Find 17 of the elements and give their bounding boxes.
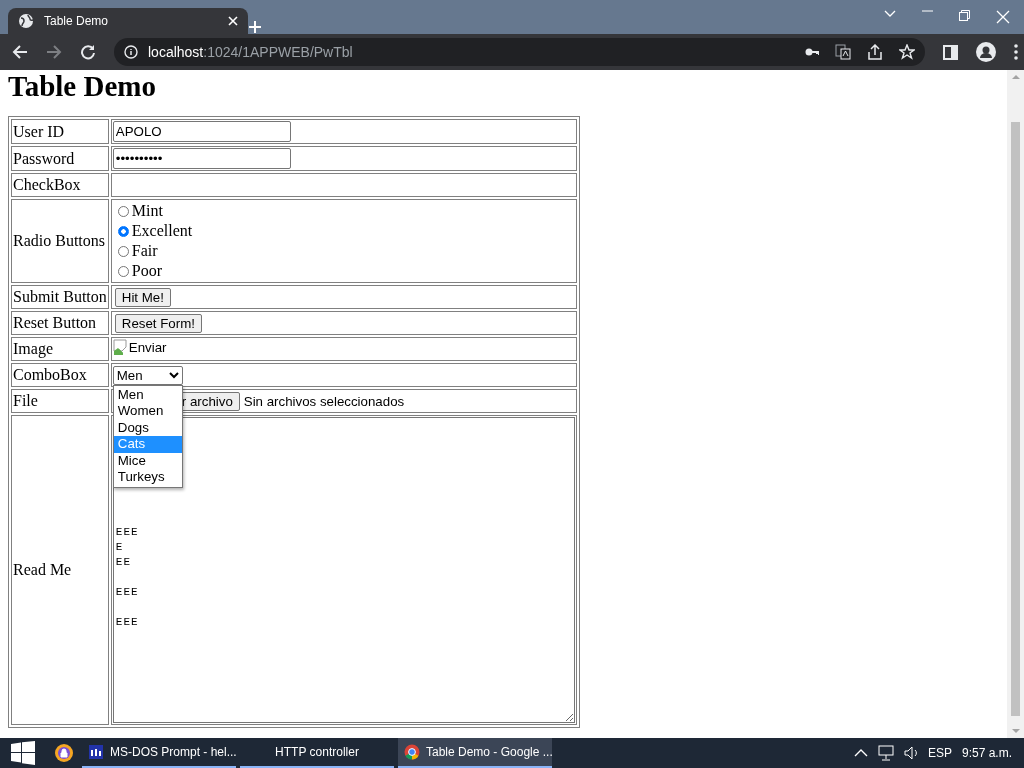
field-label: Radio Buttons <box>11 199 109 283</box>
field-label: File <box>11 389 109 413</box>
field-label: Password <box>11 146 109 171</box>
file-status: Sin archivos seleccionados <box>243 393 405 409</box>
image-alt-text: Enviar <box>128 339 167 355</box>
page-heading: Table Demo <box>8 70 157 102</box>
field-label: Read Me <box>11 415 109 725</box>
field-label: User ID <box>11 119 109 144</box>
field-label: Reset Button <box>11 311 109 335</box>
field-label: Image <box>11 337 109 361</box>
radio-label: Poor <box>131 261 163 281</box>
radio-label: Fair <box>131 241 158 261</box>
field-label: Submit Button <box>11 285 109 309</box>
field-label: CheckBox <box>11 173 109 197</box>
radio-label: Mint <box>131 201 163 221</box>
radio-label: Excellent <box>131 221 193 241</box>
field-label: ComboBox <box>11 363 109 387</box>
